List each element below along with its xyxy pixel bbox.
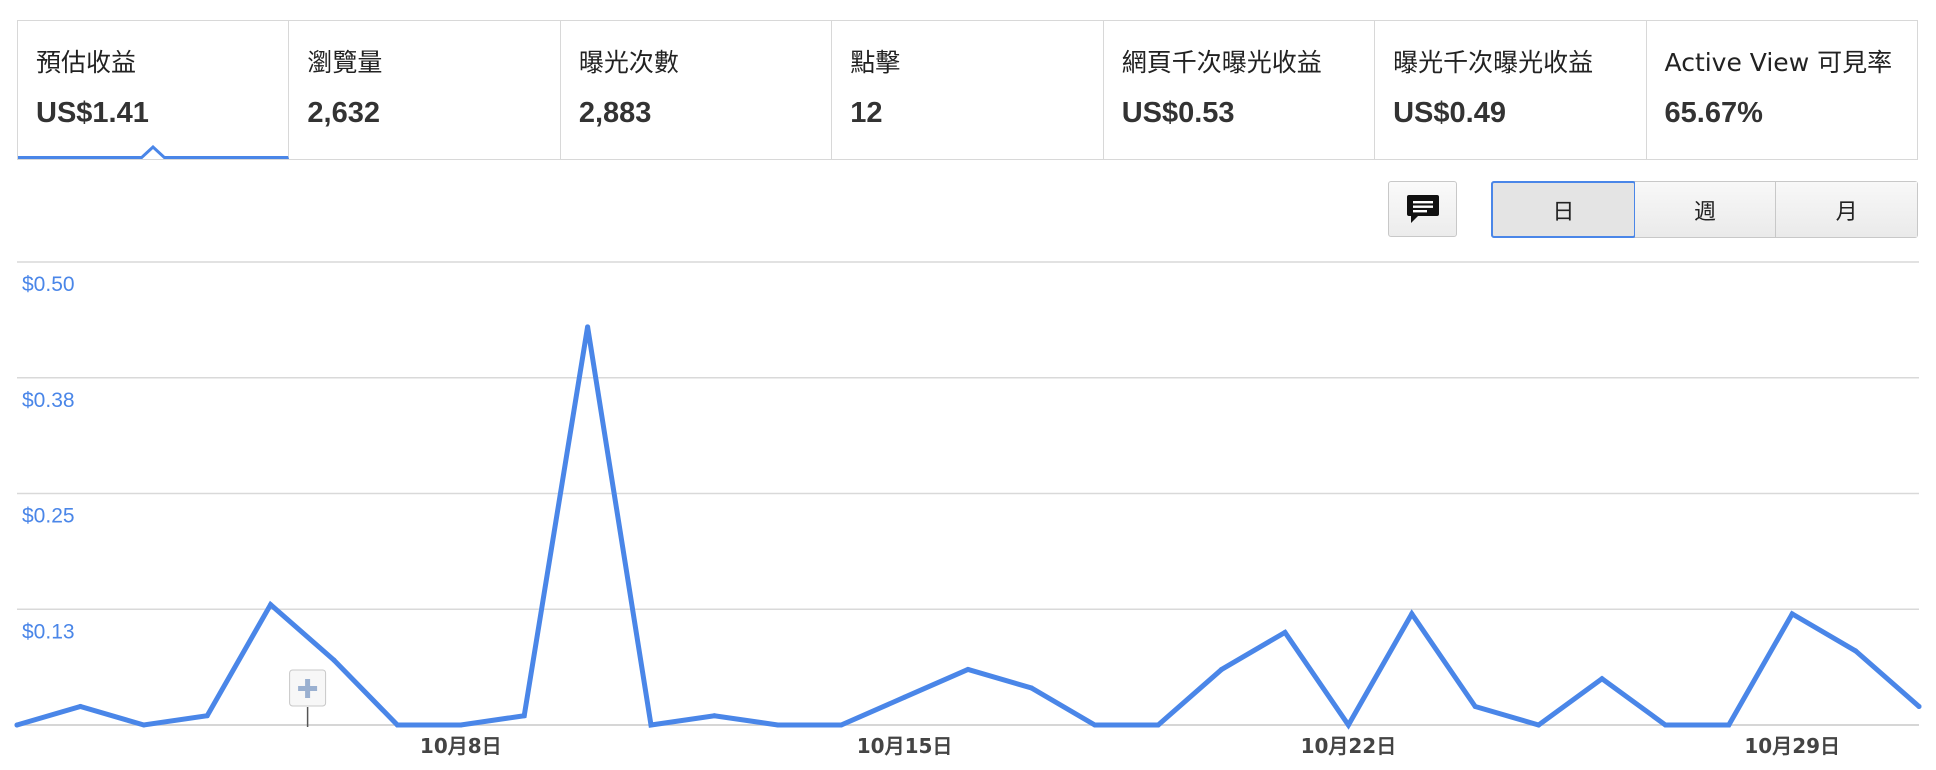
data-point: [711, 713, 717, 719]
metric-label: 曝光千次曝光收益: [1393, 48, 1594, 77]
data-point: [521, 713, 527, 719]
data-point: [331, 657, 337, 663]
selected-indicator-icon: [140, 145, 167, 159]
metric-label: 網頁千次曝光收益: [1121, 48, 1322, 77]
metric-value: 65.67%: [1664, 97, 1763, 129]
data-point: [1662, 722, 1668, 728]
week-button[interactable]: 週: [1634, 182, 1777, 237]
data-point: [268, 602, 274, 608]
data-point: [14, 722, 20, 728]
metric-tab-active-view[interactable]: Active View 可見率 65.67%: [1647, 21, 1917, 159]
data-point: [965, 666, 971, 672]
metric-value: US$0.49: [1393, 97, 1506, 129]
data-point: [1092, 722, 1098, 728]
data-point: [585, 324, 591, 330]
metric-value: 2,883: [578, 97, 652, 129]
metric-label: 點擊: [850, 48, 901, 77]
data-point: [902, 694, 908, 700]
add-annotation-button[interactable]: [1388, 181, 1457, 237]
x-tick-label: 10月22日: [1301, 734, 1397, 758]
data-point: [1853, 648, 1859, 654]
data-point: [1028, 685, 1034, 691]
metric-tab-estimated-earnings[interactable]: 預估收益 US$1.41: [18, 21, 290, 159]
month-button[interactable]: 月: [1776, 182, 1918, 237]
data-point: [775, 722, 781, 728]
data-point: [1409, 611, 1415, 617]
data-point: [1472, 703, 1478, 709]
series-line: [14, 326, 1922, 730]
data-point: [141, 722, 147, 728]
y-tick-label: $0.13: [22, 620, 75, 643]
metric-tab-clicks[interactable]: 點擊 12: [832, 21, 1104, 159]
data-point: [1536, 722, 1542, 728]
metric-value: 12: [850, 97, 883, 129]
data-point: [1282, 629, 1288, 635]
metric-label: 預估收益: [36, 48, 137, 77]
data-point: [1916, 703, 1922, 709]
data-point: [838, 722, 844, 728]
comment-icon: [1406, 195, 1439, 223]
metric-value: 2,632: [307, 97, 380, 129]
data-point: [648, 722, 654, 728]
metric-value: US$1.41: [36, 97, 149, 129]
data-point: [1726, 722, 1732, 728]
y-tick-label: $0.25: [22, 505, 75, 528]
y-tick-label: $0.38: [22, 389, 75, 412]
metrics-bar: 預估收益 US$1.41 瀏覽量 2,632 曝光次數 2,883 點擊 12 …: [17, 20, 1918, 160]
data-point: [394, 722, 400, 728]
x-tick-label: 10月29日: [1744, 734, 1840, 758]
data-point: [458, 722, 464, 728]
data-point: [1789, 611, 1795, 617]
x-tick-label: 10月8日: [420, 734, 502, 758]
metric-label: 曝光次數: [578, 48, 679, 77]
metric-value: US$0.53: [1121, 97, 1235, 129]
x-tick-label: 10月15日: [857, 734, 953, 758]
metric-tab-page-rpm[interactable]: 網頁千次曝光收益 US$0.53: [1104, 21, 1376, 159]
data-point: [1599, 676, 1605, 682]
data-point: [1345, 722, 1351, 728]
metric-label: Active View 可見率: [1664, 48, 1893, 77]
day-button[interactable]: 日: [1491, 181, 1636, 238]
data-point: [1155, 722, 1161, 728]
earnings-line-chart: $0.50 $0.38 $0.25 $0.13 10月8日 10月15日 10月22日 10月…: [14, 261, 1922, 758]
y-tick-label: $0.50: [22, 273, 75, 296]
data-point: [77, 703, 83, 709]
metric-tab-impression-rpm[interactable]: 曝光千次曝光收益 US$0.49: [1375, 21, 1647, 159]
metric-tab-pageviews[interactable]: 瀏覽量 2,632: [289, 21, 561, 159]
granularity-toggle: 日 週 月: [1491, 181, 1918, 238]
data-point: [1219, 666, 1225, 672]
data-point: [204, 713, 210, 719]
metric-tab-impressions[interactable]: 曝光次數 2,883: [561, 21, 833, 159]
metric-label: 瀏覽量: [307, 48, 383, 77]
